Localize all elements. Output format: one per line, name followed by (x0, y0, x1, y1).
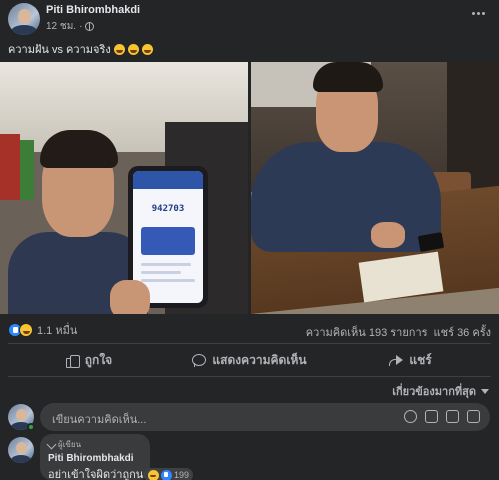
divider (8, 343, 491, 344)
post-time[interactable]: 12 ชม. (46, 19, 76, 34)
emoji-icon[interactable] (404, 410, 417, 423)
like-label: ถูกใจ (84, 352, 113, 367)
lottery-number: 942703 (151, 204, 185, 214)
comment-author-name[interactable]: Piti Bhirombhakdi (48, 453, 142, 464)
author-avatar[interactable] (8, 3, 40, 35)
share-count[interactable]: แชร์ 36 ครั้ง (434, 323, 491, 341)
comment-button[interactable]: แสดงความคิดเห็น (169, 345, 330, 375)
post-actions: ถูกใจ แสดงความคิดเห็น แชร์ (8, 345, 491, 375)
post-author-name[interactable]: Piti Bhirombhakdi (46, 4, 140, 16)
reaction-count: 1.1 หมื่น (37, 325, 78, 337)
laughing-emoji-icon (113, 43, 125, 55)
post-caption: ความฝัน vs ความจริง (8, 40, 153, 58)
reaction-summary[interactable]: 1.1 หมื่น (8, 322, 77, 338)
more-options-icon[interactable] (467, 6, 489, 20)
post-header: Piti Bhirombhakdi 12 ชม. · (0, 0, 499, 36)
comment-count[interactable]: ความคิดเห็น 193 รายการ (306, 323, 428, 341)
post-photo-left[interactable]: 942703 (0, 62, 248, 314)
sort-label: เกี่ยวข้องมากที่สุด (392, 386, 476, 398)
caption-text: ความฝัน vs ความจริง (8, 44, 111, 56)
comment-bubble: ผู้เขียน Piti Bhirombhakdi อย่าเข้าใจผิด… (40, 434, 150, 480)
laughing-emoji-icon (127, 43, 139, 55)
comment-sort-dropdown[interactable]: เกี่ยวข้องมากที่สุด (392, 382, 489, 400)
thumbs-up-icon (65, 353, 80, 368)
post-photo-right[interactable] (251, 62, 499, 314)
comment-placeholder: เขียนความคิดเห็น... (52, 414, 147, 426)
gif-icon[interactable] (446, 410, 459, 423)
comment-text: อย่าเข้าใจผิดว่าถูกนะ (48, 469, 150, 480)
like-reaction-icon (161, 469, 172, 480)
share-icon (389, 353, 404, 367)
like-button[interactable]: ถูกใจ (8, 345, 169, 375)
author-badge-label: ผู้เขียน (58, 440, 82, 449)
haha-reaction-icon (19, 323, 33, 337)
camera-icon[interactable] (425, 410, 438, 423)
post-meta: 12 ชม. · (46, 19, 95, 34)
haha-reaction-icon (148, 469, 159, 480)
divider (8, 376, 491, 377)
sticker-icon[interactable] (467, 410, 480, 423)
caret-down-icon (481, 388, 489, 394)
pen-icon (46, 439, 57, 450)
online-status-dot (27, 423, 35, 431)
laughing-emoji-icon (141, 43, 153, 55)
comment-reaction-count: 199 (174, 470, 190, 480)
comment-reactions[interactable]: 199 (144, 468, 194, 480)
globe-icon (85, 22, 95, 31)
composer-tools (404, 410, 480, 423)
comment-input[interactable]: เขียนความคิดเห็น... (40, 403, 490, 431)
comment-author-avatar[interactable] (8, 437, 34, 463)
comment-label: แสดงความคิดเห็น (212, 352, 307, 367)
engagement-counts: ความคิดเห็น 193 รายการ แชร์ 36 ครั้ง (306, 323, 491, 341)
share-button[interactable]: แชร์ (330, 345, 491, 375)
share-label: แชร์ (409, 352, 432, 367)
author-badge: ผู้เขียน (46, 438, 142, 451)
comment-icon (192, 353, 207, 367)
